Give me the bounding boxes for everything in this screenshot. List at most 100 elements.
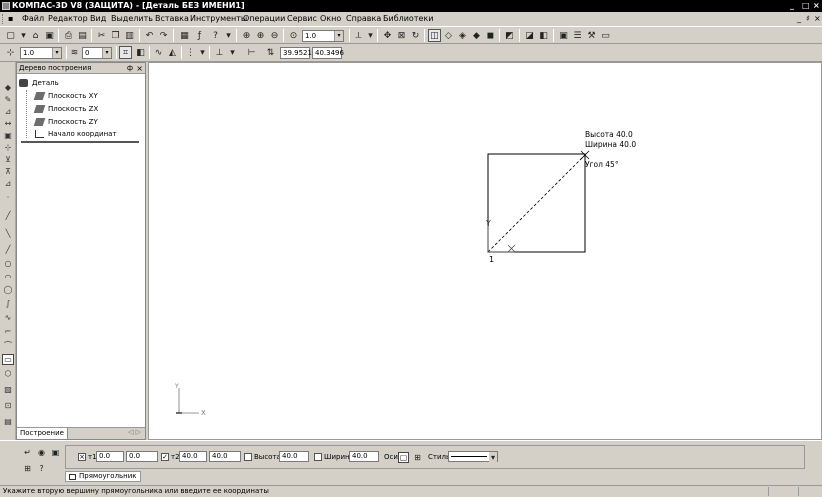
zoom-out-icon[interactable]: ⊖	[268, 29, 281, 42]
tree-item-plane-zy[interactable]: Плоскость ZY	[33, 118, 98, 126]
tool-chamfer-icon[interactable]: ⌐	[2, 326, 14, 337]
tool-spec-icon[interactable]: ⊼	[2, 166, 14, 177]
tool-polygon-icon[interactable]: ⬡	[2, 368, 14, 379]
stop-command-icon[interactable]: ↵	[22, 447, 33, 458]
local-cs-icon[interactable]: ⊥	[213, 46, 226, 59]
menu-tools[interactable]: Инструменты	[190, 14, 247, 23]
style-dropdown-icon[interactable]: ▾	[489, 452, 497, 463]
shade-toggle-icon[interactable]: ◧	[134, 46, 147, 59]
rotate-icon[interactable]: ↻	[409, 29, 422, 42]
tool-aux-line-icon[interactable]: ╱	[2, 210, 14, 221]
tool-hatch-icon[interactable]: ▨	[2, 384, 14, 395]
t2-x-field[interactable]: 40.0	[179, 451, 207, 462]
tab-rectangle[interactable]: Прямоугольник	[65, 471, 141, 482]
tool-edit-icon[interactable]: ◆	[2, 82, 14, 93]
minimize-button[interactable]: _	[790, 1, 794, 10]
pan-icon[interactable]: ✥	[381, 29, 394, 42]
height-checkbox[interactable]	[244, 453, 252, 461]
pin-icon[interactable]: ф	[127, 63, 133, 74]
app-icon[interactable]	[2, 2, 10, 10]
tool-measure-icon[interactable]: ⊹	[2, 142, 14, 153]
t2-lock-checkbox[interactable]: ✓	[161, 453, 169, 461]
tool-contour-icon[interactable]: ⊡	[2, 400, 14, 411]
orient-dropdown-icon[interactable]: ▾	[364, 29, 377, 42]
tool-segment2-icon[interactable]: ╱	[2, 244, 14, 255]
tab-construction[interactable]: Построение	[17, 428, 68, 439]
linked-icon[interactable]: ∿	[152, 46, 165, 59]
parameters-icon[interactable]: ⊞	[22, 463, 33, 474]
tree-nav-arrows[interactable]: ◁ ▷	[128, 428, 141, 436]
eraser-icon[interactable]: ◭	[166, 46, 179, 59]
grid-dropdown-icon[interactable]: ▾	[196, 46, 209, 59]
eye-icon[interactable]: ◉	[36, 447, 47, 458]
tool-fillet-icon[interactable]: ⌒	[2, 340, 14, 351]
menu-file[interactable]: Файл	[22, 14, 44, 23]
preview-icon[interactable]: ▤	[76, 29, 89, 42]
wireframe-icon[interactable]: ◫	[428, 29, 441, 42]
doc-restore-button[interactable]: ♯	[806, 14, 810, 23]
snap-toggle-icon[interactable]: ⌗	[119, 46, 132, 59]
tool-polyline-icon[interactable]: ∿	[2, 312, 14, 323]
tool-parametric-icon[interactable]: ▣	[2, 130, 14, 141]
t1-x-field[interactable]: 0.0	[96, 451, 124, 462]
tool-sketch-icon[interactable]: ✎	[2, 94, 14, 105]
undo-icon[interactable]: ↶	[143, 29, 156, 42]
fx-icon[interactable]: ƒ	[193, 29, 206, 42]
tool-collect-icon[interactable]: ▤	[2, 416, 14, 427]
save-icon[interactable]: ▣	[43, 29, 56, 42]
menu-insert[interactable]: Вставка	[155, 14, 189, 23]
tool-rectangle-icon[interactable]: ▭	[2, 354, 14, 365]
auto-create-icon[interactable]: ▣	[50, 447, 61, 458]
doc-minimize-button[interactable]: _	[797, 14, 801, 23]
tool-ellipse-icon[interactable]: ◯	[2, 284, 14, 295]
tool-spline-icon[interactable]: ∫	[2, 298, 14, 309]
open-icon[interactable]: ⌂	[29, 29, 42, 42]
help-icon[interactable]: ?	[36, 463, 47, 474]
menu-view[interactable]: Вид	[90, 14, 106, 23]
zoom-in-icon[interactable]: ⊕	[254, 29, 267, 42]
model-viewport[interactable]: Высота 40.0 Ширина 40.0 Угол 45° Y 1 Y X	[148, 62, 822, 440]
t1-lock-checkbox[interactable]: ×	[78, 453, 86, 461]
perspective-icon[interactable]: ◩	[503, 29, 516, 42]
menu-operations[interactable]: Операции	[243, 14, 285, 23]
tool-mark-icon[interactable]: ⊿	[2, 178, 14, 189]
t2-y-field[interactable]: 40.0	[209, 451, 241, 462]
fit-icon[interactable]: ⊠	[395, 29, 408, 42]
manager-icon[interactable]: ▦	[178, 29, 191, 42]
coord-icon[interactable]: ⇅	[264, 46, 277, 59]
axes-on-icon[interactable]: ⊞	[412, 452, 423, 463]
cut-icon[interactable]: ✂	[95, 29, 108, 42]
print-icon[interactable]: ⎙	[62, 29, 75, 42]
tree-item-part[interactable]: Деталь	[19, 79, 59, 87]
new-icon[interactable]: ▢	[4, 29, 17, 42]
tool-circle-icon[interactable]: ○	[2, 258, 14, 269]
tool-dims-icon[interactable]: ↔	[2, 118, 14, 129]
render-icon[interactable]: ◧	[537, 29, 550, 42]
line-weight-combo[interactable]: 1.0 ▾	[20, 47, 62, 59]
hidden-lines-icon[interactable]: ◇	[442, 29, 455, 42]
width-checkbox[interactable]	[314, 453, 322, 461]
doc-menu-icon[interactable]: ▪	[8, 14, 13, 23]
snap-grid-icon[interactable]: ⊹	[4, 46, 17, 59]
hidden-thin-icon[interactable]: ◈	[456, 29, 469, 42]
coord-y-field[interactable]: 40.3496	[312, 47, 344, 59]
width-field[interactable]: 40.0	[349, 451, 379, 462]
properties-icon[interactable]: ☰	[571, 29, 584, 42]
extra-icon[interactable]: ▭	[599, 29, 612, 42]
paste-icon[interactable]: ▥	[123, 29, 136, 42]
zoom-window-icon[interactable]: ⊕	[240, 29, 253, 42]
tool-point-icon[interactable]: ·	[2, 192, 14, 203]
tree-item-plane-zx[interactable]: Плоскость ZX	[33, 105, 98, 113]
axes-off-icon[interactable]: ▢	[398, 452, 409, 463]
menu-help[interactable]: Справка	[346, 14, 381, 23]
shaded-icon[interactable]: ◆	[470, 29, 483, 42]
menu-edit[interactable]: Редактор	[48, 14, 88, 23]
help-pointer-icon[interactable]: ?	[209, 29, 222, 42]
t1-y-field[interactable]: 0.0	[126, 451, 158, 462]
doc-close-button[interactable]: ×	[814, 14, 821, 23]
tool-arc-icon[interactable]: ◠	[2, 272, 14, 283]
menu-libraries[interactable]: Библиотеки	[383, 14, 433, 23]
maximize-button[interactable]: □	[802, 1, 810, 10]
tool-filter-icon[interactable]: ⊻	[2, 154, 14, 165]
ortho-icon[interactable]: ⊢	[245, 46, 258, 59]
